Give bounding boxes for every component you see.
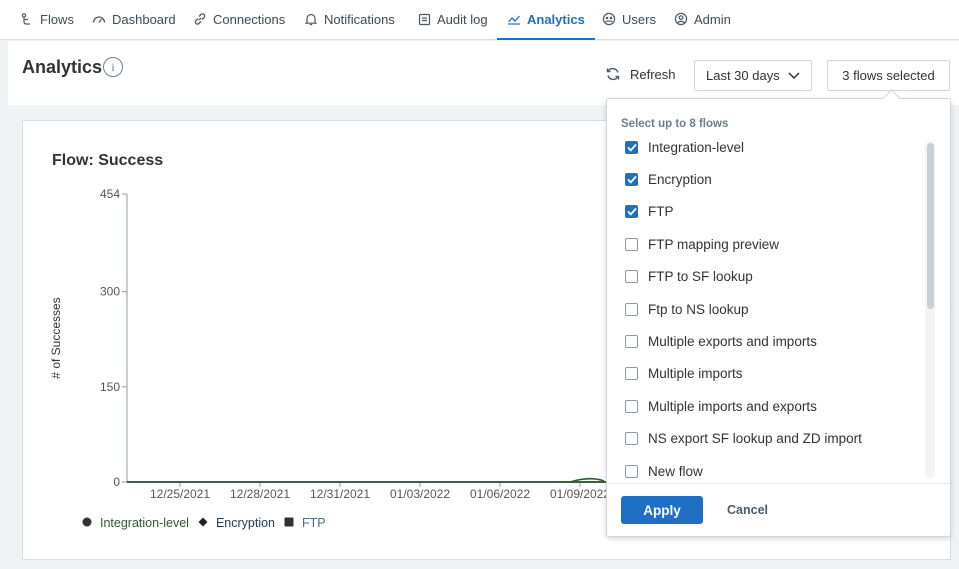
flow-option-label: Encryption (648, 171, 712, 187)
checkbox-checked[interactable] (625, 172, 638, 186)
checkbox-unchecked[interactable] (625, 302, 638, 316)
scrollbar-thumb[interactable] (927, 143, 934, 309)
checkbox-checked[interactable] (625, 205, 638, 219)
y-tick-label: 0 (113, 475, 120, 489)
x-tick-label: 12/25/2021 (150, 487, 210, 501)
legend-label: Encryption (215, 516, 276, 530)
flow-select-heading: Select up to 8 flows (621, 118, 729, 130)
checkbox-unchecked[interactable] (625, 237, 638, 251)
flow-option[interactable]: Encryption (625, 169, 712, 189)
flow-option[interactable]: FTP mapping preview (625, 234, 779, 254)
flow-option-label: NS export SF lookup and ZD import (648, 431, 862, 447)
x-tick-label: 01/09/2022 (550, 487, 610, 501)
flow-select-dropdown: Select up to 8 flows Integration-level En… (606, 98, 951, 537)
legend-label: FTP (302, 516, 326, 530)
cancel-button[interactable]: Cancel (727, 496, 768, 524)
y-tick-label: 300 (100, 285, 120, 299)
flow-option-label: Ftp to NS lookup (648, 301, 749, 317)
y-tick-label: 454 (100, 187, 120, 201)
legend-item[interactable]: FTP (284, 516, 326, 530)
flow-option-label: FTP to SF lookup (648, 269, 753, 285)
legend-item[interactable]: Integration-level (82, 516, 189, 530)
checkbox-unchecked[interactable] (625, 464, 638, 478)
flow-option[interactable]: FTP to SF lookup (625, 267, 753, 287)
x-tick-label: 01/03/2022 (390, 487, 450, 501)
legend-circle-marker (82, 516, 92, 530)
check-icon (626, 143, 637, 152)
flow-option-label: Multiple exports and imports (648, 333, 817, 349)
checkbox-checked[interactable] (625, 140, 638, 154)
check-icon (626, 208, 637, 216)
flow-option-label: Multiple imports (648, 366, 743, 382)
flow-option[interactable]: Multiple imports (625, 364, 743, 384)
checkbox-unchecked[interactable] (625, 399, 638, 413)
checkbox-unchecked[interactable] (625, 367, 638, 381)
flow-option-label: New flow (648, 463, 703, 479)
flow-option-label: Integration-level (648, 139, 745, 155)
flow-option[interactable]: Multiple exports and imports (625, 331, 817, 351)
flow-option-label: FTP (648, 204, 674, 220)
flow-option[interactable]: New flow (625, 461, 703, 481)
divider (607, 483, 950, 484)
flow-option-label: FTP mapping preview (648, 236, 780, 252)
legend-label: Integration-level (100, 516, 189, 530)
checkbox-unchecked[interactable] (625, 334, 638, 348)
x-tick-label: 12/28/2021 (230, 487, 290, 501)
legend-diamond-marker (198, 516, 208, 530)
checkbox-unchecked[interactable] (625, 432, 638, 446)
flow-option[interactable]: NS export SF lookup and ZD import (625, 429, 862, 449)
flow-option[interactable]: Multiple imports and exports (625, 396, 817, 416)
check-icon (626, 175, 637, 184)
checkbox-unchecked[interactable] (625, 270, 638, 284)
x-tick-label: 12/31/2021 (310, 487, 370, 501)
x-tick-label: 01/06/2022 (470, 487, 530, 501)
flow-option[interactable]: Ftp to NS lookup (625, 299, 749, 319)
flow-option-label: Multiple imports and exports (648, 398, 817, 414)
legend-item[interactable]: Encryption (198, 516, 275, 530)
chart-legend: Integration-level Encryption FTP (82, 516, 335, 530)
apply-button[interactable]: Apply (621, 496, 703, 524)
flow-option[interactable]: Integration-level (625, 137, 744, 157)
flow-option[interactable]: FTP (625, 202, 674, 222)
y-tick-label: 150 (100, 380, 120, 394)
legend-square-marker (284, 516, 294, 530)
y-axis-label: # of Successes (49, 297, 63, 378)
flow-option-list: Integration-level Encryption FTP FTP mappin… (607, 131, 927, 481)
